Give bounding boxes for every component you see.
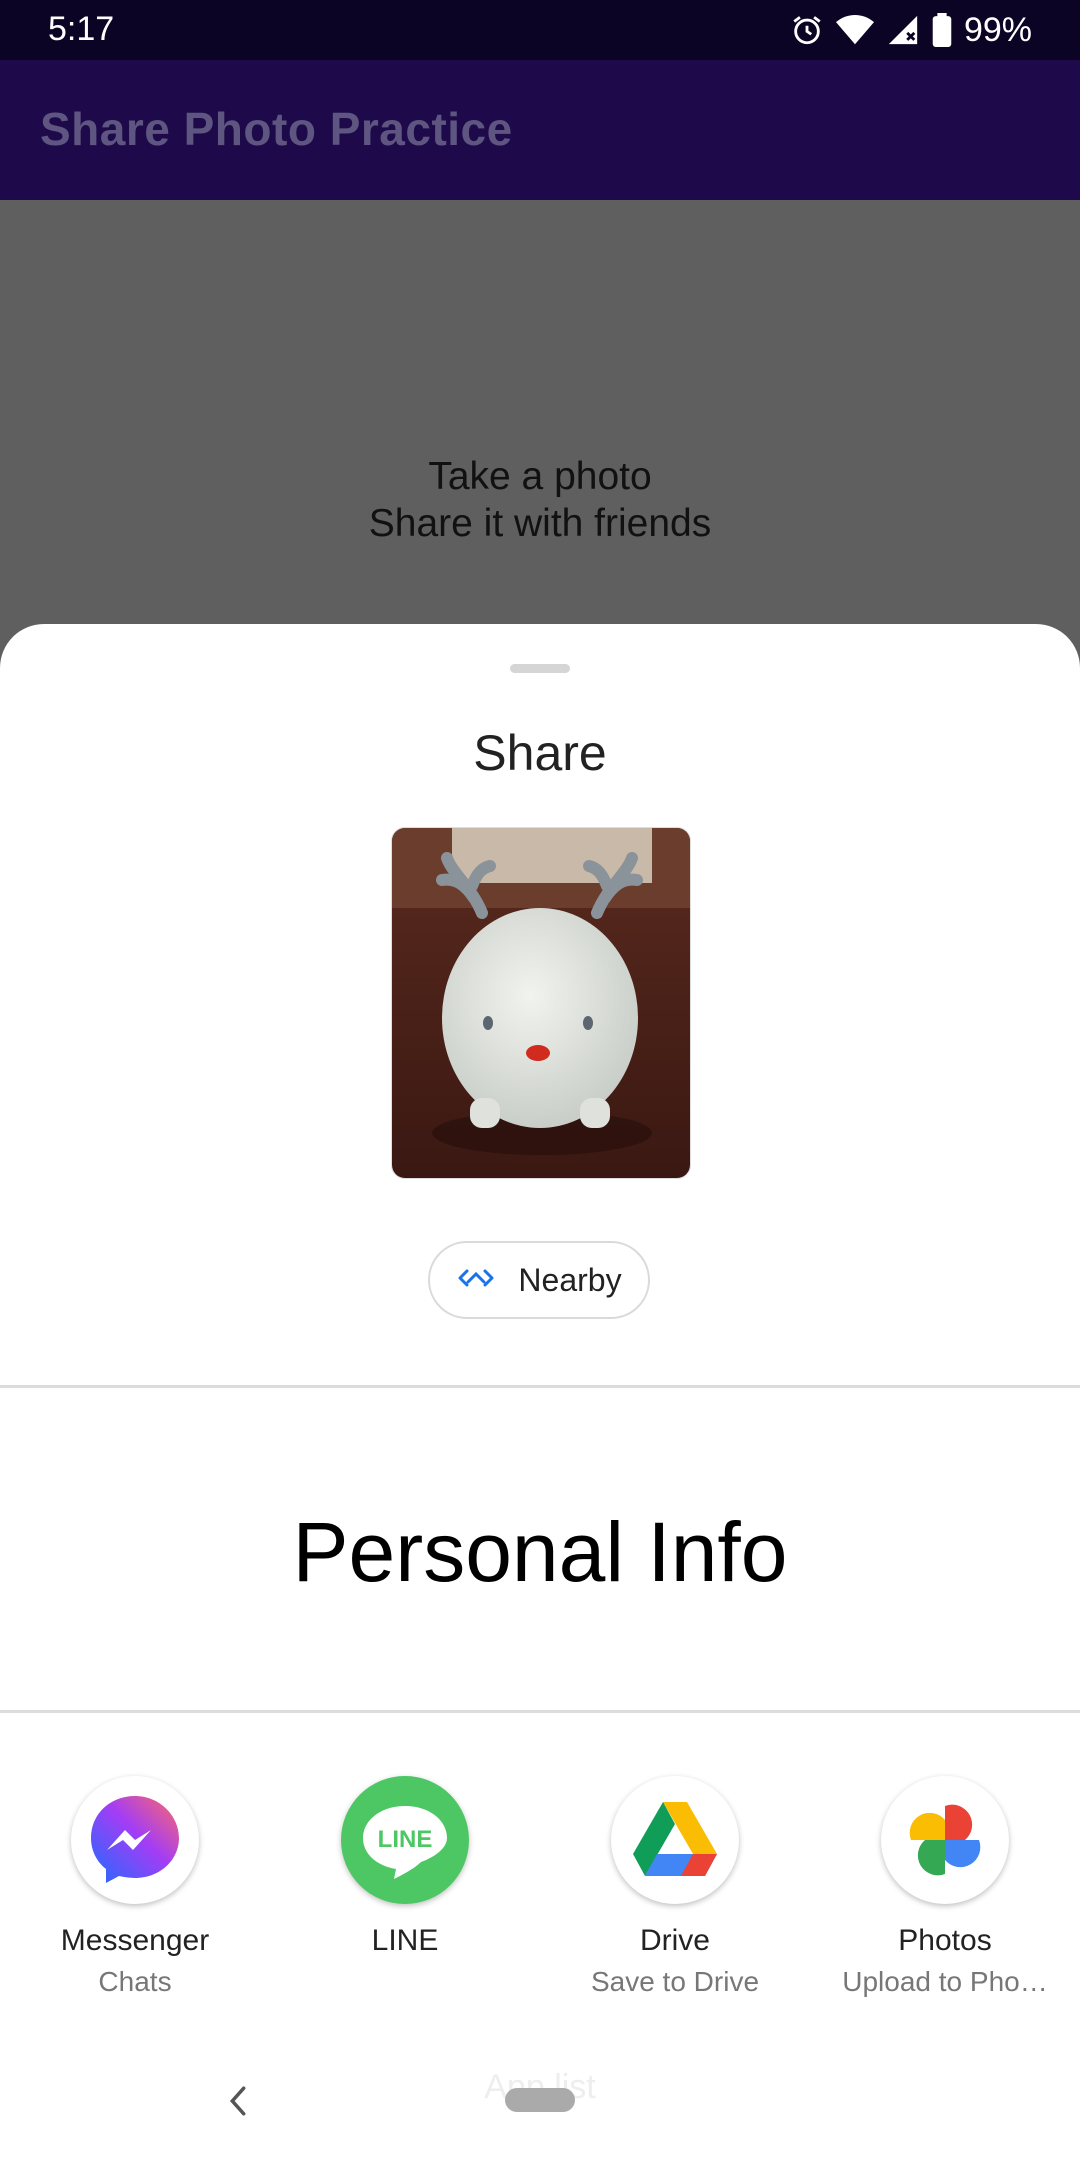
app-bar: Share Photo Practice [0,60,1080,200]
share-target-drive[interactable]: Drive Save to Drive [540,1776,810,1998]
share-target-photos[interactable]: Photos Upload to Pho… [810,1776,1080,1998]
drive-icon [611,1776,739,1904]
home-handle[interactable] [505,2088,575,2112]
app-subtitle: Upload to Pho… [842,1966,1048,1997]
main-content: Take a photo Share it with friends [0,200,1080,630]
share-sheet[interactable]: Share Nearby Personal Info Messenger Cha… [0,624,1080,2160]
battery-percent: 99% [963,10,1032,49]
svg-text:LINE: LINE [378,1826,433,1853]
messenger-icon [71,1776,199,1904]
app-name: LINE [371,1924,439,1957]
photo-preview [391,827,691,1179]
photo-preview-image [392,828,690,1178]
app-name: Messenger [60,1924,210,1957]
back-icon[interactable] [224,2084,252,2123]
personal-info-heading: Personal Info [292,1505,788,1599]
alarm-icon [790,13,824,47]
signal-icon [886,13,920,47]
photos-icon [881,1776,1009,1904]
nearby-label: Nearby [518,1261,622,1298]
instruction-line-2: Share it with friends [368,502,712,545]
status-icons: 99% [790,8,1032,52]
app-name: Drive [639,1924,710,1957]
nearby-share-button[interactable]: Nearby [428,1241,650,1319]
share-target-messenger[interactable]: Messenger Chats [0,1776,270,1998]
status-time: 5:17 [48,10,115,48]
nearby-share-icon [456,1266,496,1295]
line-icon: LINE [341,1776,469,1904]
battery-icon [932,13,952,47]
instruction-line-1: Take a photo [428,455,652,498]
drag-handle[interactable] [510,664,570,673]
status-bar: 5:17 99% [0,0,1080,60]
share-targets: Messenger Chats LINE LINE Drive Save to … [0,1776,1080,2026]
divider [0,1385,1080,1388]
app-subtitle: Chats [98,1966,172,1997]
share-target-line[interactable]: LINE LINE [270,1776,540,1966]
divider [0,1710,1080,1713]
share-sheet-title: Share [473,725,607,781]
app-name: Photos [898,1924,992,1957]
app-subtitle: Save to Drive [590,1966,760,1997]
app-title: Share Photo Practice [40,103,513,155]
wifi-icon [835,13,874,47]
navigation-bar: App list [0,2040,1080,2160]
